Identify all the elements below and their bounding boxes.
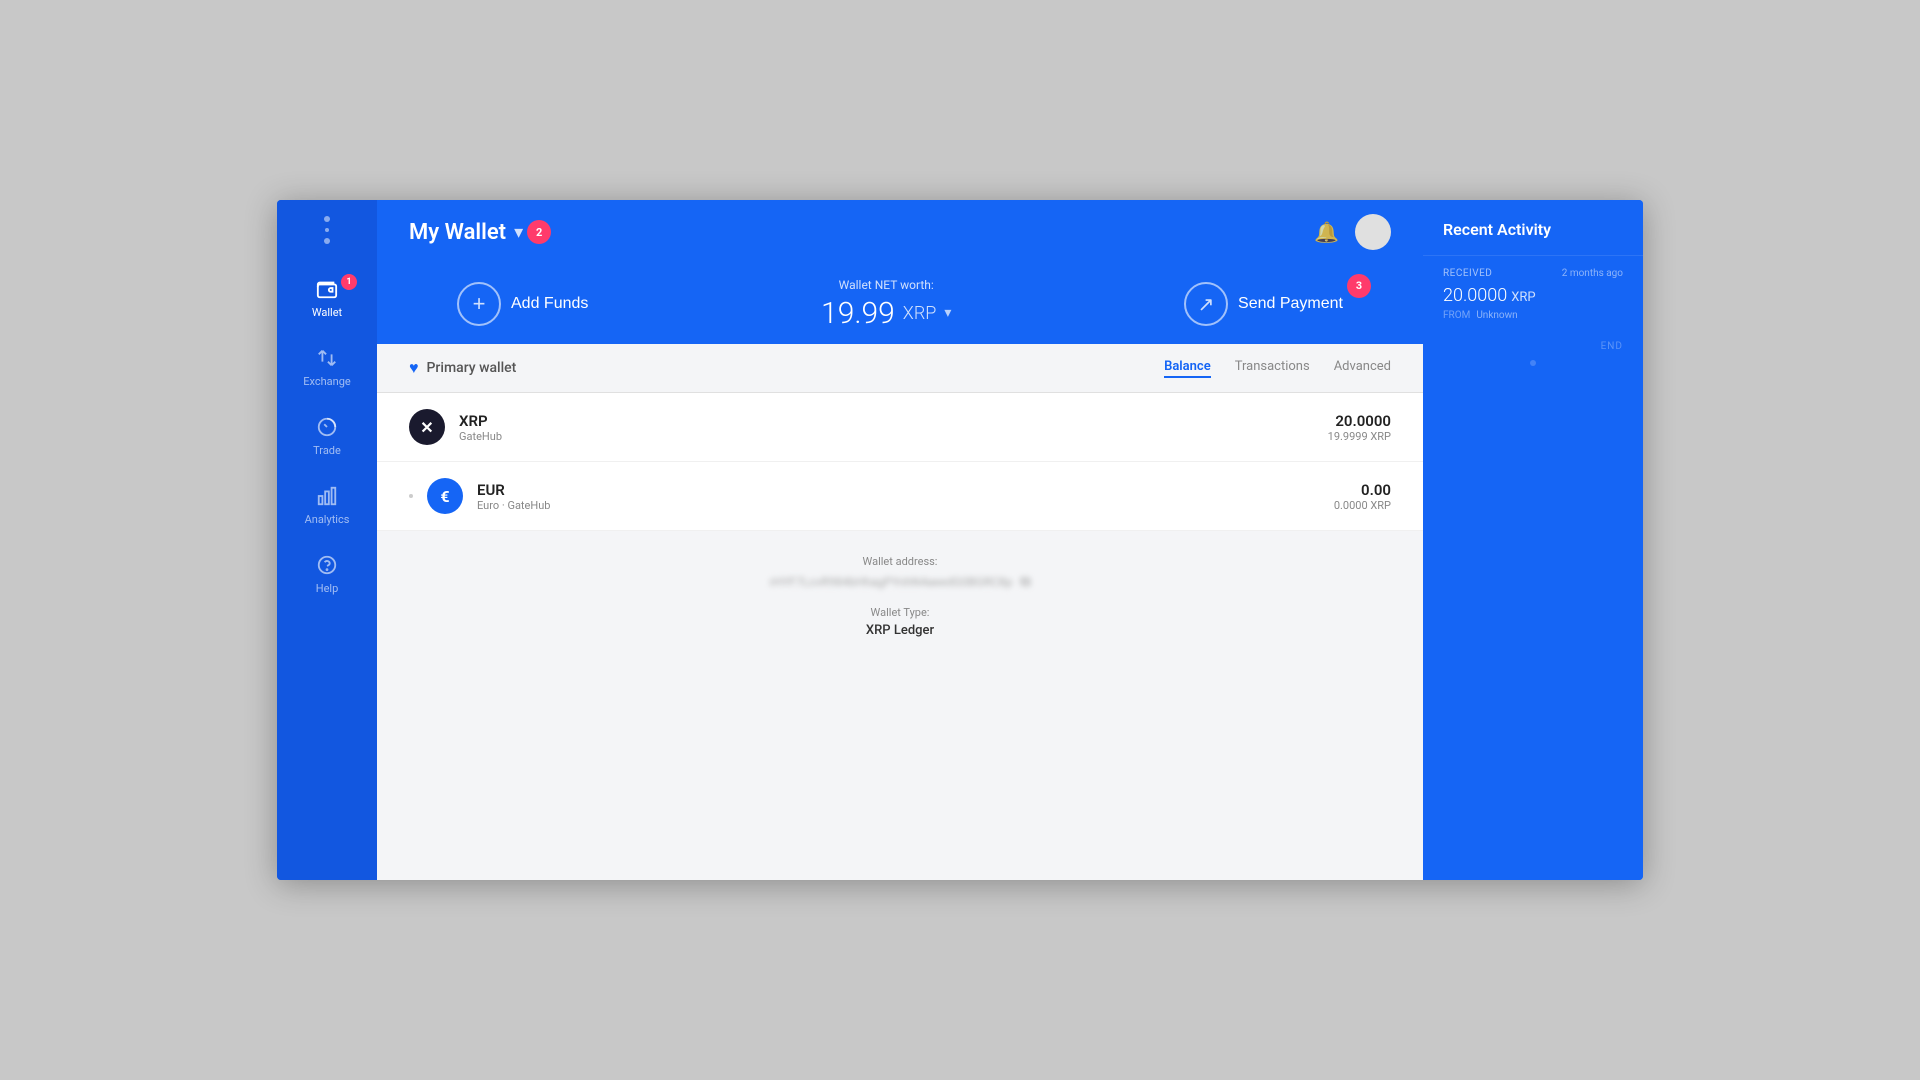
sidebar-decoration [324,216,330,244]
net-worth-value: 19.99 XRP ▾ [821,296,951,331]
table-row: ✕ XRP GateHub 20.0000 19.9999 XRP [377,393,1423,462]
sidebar-trade-label: Trade [313,444,341,457]
eur-coin-info: EUR Euro · GateHub [477,481,1334,512]
sidebar-item-analytics[interactable]: Analytics [277,471,377,540]
main-area: My Wallet ▾ 2 🔔 + Add Funds Wallet NET w… [377,200,1423,880]
analytics-icon [316,485,338,507]
wallet-icon [316,278,338,300]
net-worth-label: Wallet NET worth: [821,278,951,292]
send-payment-button[interactable]: ↗ Send Payment 3 [1184,282,1343,326]
nav-tabs: Balance Transactions Advanced [1164,359,1391,378]
net-worth-amount: 19.99 [821,296,895,331]
wallet-type-label: Wallet Type: [409,606,1391,619]
copy-icon[interactable]: ⧉ [1020,574,1030,590]
step3-badge: 3 [1347,274,1371,298]
activity-type: RECEIVED [1443,268,1492,279]
eur-coin-issuer: Euro · GateHub [477,499,1334,512]
wallet-address: rHYF7LcvR984bHhagPYnhN4aeedG0BGRC8p ⧉ [409,574,1391,590]
balance-table: ✕ XRP GateHub 20.0000 19.9999 XRP € [377,393,1423,531]
wallet-nav: ♥ Primary wallet Balance Transactions Ad… [377,344,1423,393]
wallet-info-section: Wallet address: rHYF7LcvR984bHhagPYnhN4a… [377,531,1423,662]
activity-amount-row: 20.0000 XRP [1443,285,1623,306]
net-worth-section: Wallet NET worth: 19.99 XRP ▾ [821,278,951,331]
eur-coin-icon: € [427,478,463,514]
xrp-icon-symbol: ✕ [420,418,433,437]
trade-icon [316,416,338,438]
sidebar-item-wallet[interactable]: 1 Wallet [277,264,377,333]
sidebar-item-trade[interactable]: Trade [277,402,377,471]
activity-currency: XRP [1511,290,1535,305]
sidebar-wallet-label: Wallet [312,306,342,319]
xrp-coin-balance: 20.0000 19.9999 XRP [1328,412,1391,443]
eur-icon-symbol: € [440,487,449,506]
exchange-icon [316,347,338,369]
topbar-right: 🔔 [1314,214,1391,250]
activity-item: RECEIVED 2 months ago 20.0000 XRP FROM U… [1423,255,1643,333]
wallet-address-label: Wallet address: [409,555,1391,568]
activity-amount: 20.0000 [1443,285,1507,306]
xrp-amount: 20.0000 [1328,412,1391,430]
chevron-down-icon: ▾ [514,222,523,243]
sidebar-item-exchange[interactable]: Exchange [277,333,377,402]
row-indicator [409,494,413,498]
table-row: € EUR Euro · GateHub 0.00 0.0000 XRP [377,462,1423,531]
end-dot [1530,360,1536,366]
add-funds-button[interactable]: + Add Funds [457,282,588,326]
sidebar: 1 Wallet Exchange Trade [277,200,377,880]
activity-from-label: FROM [1443,310,1470,321]
help-icon [316,554,338,576]
eur-amount: 0.00 [1334,481,1391,499]
notification-bell-icon[interactable]: 🔔 [1314,220,1339,244]
hero-section: + Add Funds Wallet NET worth: 19.99 XRP … [377,264,1423,344]
dot [324,238,330,244]
recent-activity-title: Recent Activity [1423,200,1643,255]
activity-time: 2 months ago [1562,268,1623,279]
wallet-badge: 1 [341,274,357,290]
dot [324,216,330,222]
topbar-left: My Wallet ▾ 2 [409,220,551,245]
activity-header: RECEIVED 2 months ago [1443,268,1623,279]
add-funds-circle-icon: + [457,282,501,326]
xrp-xrp-value: 19.9999 XRP [1328,430,1391,443]
primary-wallet-label: ♥ Primary wallet [409,358,516,378]
sidebar-analytics-label: Analytics [305,513,350,526]
activity-from-value: Unknown [1476,310,1517,321]
xrp-coin-icon: ✕ [409,409,445,445]
tab-advanced[interactable]: Advanced [1334,359,1391,378]
eur-coin-balance: 0.00 0.0000 XRP [1334,481,1391,512]
net-worth-currency: XRP [903,303,937,324]
wallet-address-value: rHYF7LcvR984bHhagPYnhN4aeedG0BGRC8p [770,575,1013,589]
eur-coin-name: EUR [477,481,1334,499]
right-panel: Recent Activity RECEIVED 2 months ago 20… [1423,200,1643,880]
content-area: ♥ Primary wallet Balance Transactions Ad… [377,344,1423,880]
wallet-dropdown[interactable]: ▾ 2 [514,220,551,244]
tab-balance[interactable]: Balance [1164,359,1211,378]
send-payment-circle-icon: ↗ [1184,282,1228,326]
sidebar-item-help[interactable]: Help [277,540,377,609]
sidebar-exchange-label: Exchange [303,375,351,388]
avatar[interactable] [1355,214,1391,250]
send-payment-label: Send Payment [1238,295,1343,313]
step2-badge: 2 [527,220,551,244]
net-worth-chevron-icon[interactable]: ▾ [944,305,951,321]
primary-wallet-text: Primary wallet [427,360,517,376]
heart-icon: ♥ [409,358,419,378]
sidebar-help-label: Help [316,582,339,595]
xrp-coin-info: XRP GateHub [459,412,1328,443]
activity-from: FROM Unknown [1443,310,1623,321]
topbar: My Wallet ▾ 2 🔔 [377,200,1423,264]
eur-xrp-value: 0.0000 XRP [1334,499,1391,512]
end-label: END [1423,333,1643,360]
wallet-type-value: XRP Ledger [409,623,1391,638]
page-title: My Wallet [409,220,506,245]
dot [325,228,329,232]
tab-transactions[interactable]: Transactions [1235,359,1310,378]
xrp-coin-issuer: GateHub [459,430,1328,443]
xrp-coin-name: XRP [459,412,1328,430]
add-funds-label: Add Funds [511,295,588,313]
